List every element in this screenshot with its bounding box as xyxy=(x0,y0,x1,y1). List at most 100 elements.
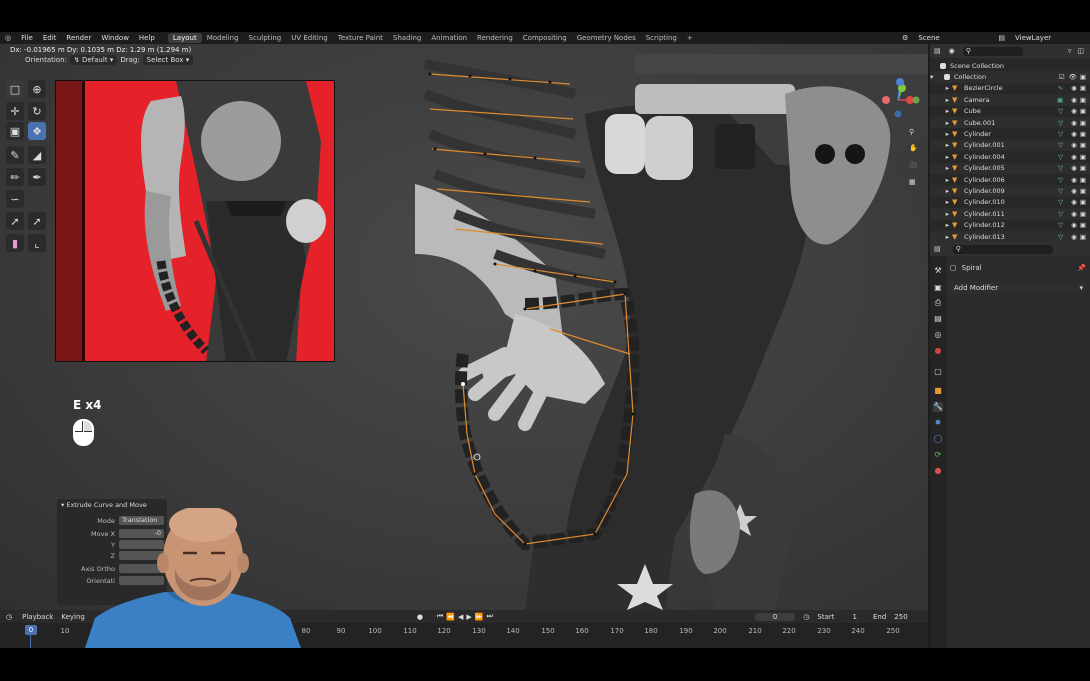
render-camera-icon[interactable]: ▣ xyxy=(1080,187,1086,195)
tool-tab-icon[interactable]: ⚒ xyxy=(933,266,943,276)
curve-data-icon[interactable]: ∿ xyxy=(1058,84,1063,92)
outliner-item[interactable]: ▸ ▼ Cylinder.012 ▽ ◉ ▣ xyxy=(930,220,1090,231)
randomize-tool[interactable]: ⌞ xyxy=(28,234,46,252)
add-workspace-button[interactable]: + xyxy=(682,33,698,43)
expand-arrow-icon[interactable]: ▾ xyxy=(930,73,944,81)
outliner-item[interactable]: ▸ ▼ Cylinder ▽ ◉ ▣ xyxy=(930,128,1090,139)
play-icon[interactable]: ▶ xyxy=(466,613,471,621)
filter-icon[interactable]: ▿ xyxy=(1068,47,1072,55)
outliner-scene-collection[interactable]: Scene Collection xyxy=(930,60,1090,71)
menu-render[interactable]: Render xyxy=(61,34,96,42)
measure-tool[interactable]: ◢ xyxy=(28,146,46,164)
prev-keyframe-icon[interactable]: ⏪ xyxy=(446,613,455,621)
tab-layout[interactable]: Layout xyxy=(167,33,202,43)
eye-icon[interactable]: ◉ xyxy=(1071,96,1077,104)
view-layer-tab-icon[interactable]: ▤ xyxy=(933,314,943,324)
outliner-item[interactable]: ▸ ▼ Cube ▽ ◉ ▣ xyxy=(930,106,1090,117)
eye-icon[interactable]: ◉ xyxy=(1071,130,1077,138)
tab-geometry-nodes[interactable]: Geometry Nodes xyxy=(572,33,641,43)
menu-file[interactable]: File xyxy=(16,34,38,42)
eye-icon[interactable]: ◉ xyxy=(1071,210,1077,218)
timeline-editor-icon[interactable]: ◷ xyxy=(6,613,12,621)
object-name-field[interactable]: Spiral xyxy=(962,264,982,272)
navigation-gizmo[interactable] xyxy=(876,76,922,122)
add-modifier-button[interactable]: Add Modifier ▾ xyxy=(950,282,1086,294)
expand-arrow-icon[interactable]: ▸ xyxy=(930,187,952,195)
render-camera-icon[interactable]: ▣ xyxy=(1080,141,1086,149)
expand-arrow-icon[interactable]: ▸ xyxy=(930,84,952,92)
collection-tab-icon[interactable]: ▢ xyxy=(933,367,943,377)
play-reverse-icon[interactable]: ◀ xyxy=(458,613,463,621)
transform-tool[interactable]: ❖ xyxy=(28,122,46,140)
modifier-tab-icon[interactable]: 🔧 xyxy=(933,402,943,412)
data-tab-icon[interactable]: ⟳ xyxy=(933,450,943,460)
scene-selector[interactable]: Scene xyxy=(913,34,993,42)
tab-shading[interactable]: Shading xyxy=(388,33,426,43)
tab-compositing[interactable]: Compositing xyxy=(518,33,572,43)
material-tab-icon[interactable]: ● xyxy=(933,466,943,476)
eye-icon[interactable]: ◉ xyxy=(1071,176,1077,184)
render-camera-icon[interactable]: ▣ xyxy=(1080,153,1086,161)
expand-arrow-icon[interactable]: ▸ xyxy=(930,176,952,184)
view-layer-icon[interactable]: ▤ xyxy=(993,34,1010,42)
editor-type-icon[interactable]: ▤ xyxy=(934,47,941,55)
render-camera-icon[interactable]: ▣ xyxy=(1080,96,1086,104)
eye-icon[interactable]: ◉ xyxy=(1071,153,1077,161)
curve-pen-tool[interactable]: ∽ xyxy=(6,190,24,208)
start-frame-field[interactable]: 1 xyxy=(853,613,857,621)
mesh-data-icon[interactable]: ▽ xyxy=(1058,164,1063,172)
outliner-item[interactable]: ▸ ▼ Cylinder.011 ▽ ◉ ▣ xyxy=(930,208,1090,220)
zoom-view-icon[interactable]: ⚲ xyxy=(909,128,914,136)
checkbox-icon[interactable]: ☑ xyxy=(1059,73,1065,81)
render-camera-icon[interactable]: ▣ xyxy=(1080,176,1086,184)
eye-icon[interactable]: ◉ xyxy=(1071,84,1077,92)
eye-icon[interactable]: ◉ xyxy=(1071,233,1077,241)
annotate-tool[interactable]: ✎ xyxy=(6,146,24,164)
mesh-data-icon[interactable]: ▽ xyxy=(1058,107,1063,115)
outliner-item[interactable]: ▸ ▼ Cylinder.001 ▽ ◉ ▣ xyxy=(930,139,1090,152)
outliner-item[interactable]: ▸ ▼ Cylinder.010 ▽ ◉ ▣ xyxy=(930,197,1090,208)
camera-view-icon[interactable]: 🎥 xyxy=(909,161,918,169)
move-tool[interactable]: ✛ xyxy=(6,102,24,120)
expand-arrow-icon[interactable]: ▸ xyxy=(930,107,952,115)
end-frame-field[interactable]: 250 xyxy=(894,613,907,621)
mesh-data-icon[interactable]: ▽ xyxy=(1058,187,1063,195)
render-camera-icon[interactable]: ▣ xyxy=(1080,84,1086,92)
select-box-tool[interactable]: □ xyxy=(6,80,24,98)
tab-rendering[interactable]: Rendering xyxy=(472,33,518,43)
blender-logo-icon[interactable]: ◎ xyxy=(0,34,16,42)
camera-data-icon[interactable]: ▣ xyxy=(1057,96,1063,104)
menu-edit[interactable]: Edit xyxy=(38,34,62,42)
pin-icon[interactable]: 📌 xyxy=(1077,264,1086,272)
outliner-item[interactable]: ▸ ▼ Cube.001 ▽ ◉ ▣ xyxy=(930,117,1090,129)
clock-icon[interactable]: ◷ xyxy=(803,613,809,621)
physics-tab-icon[interactable]: ◯ xyxy=(933,434,943,444)
mesh-data-icon[interactable]: ▽ xyxy=(1058,198,1063,206)
properties-search-field[interactable]: ⚲ xyxy=(952,244,1053,254)
jump-end-icon[interactable]: ⏭ xyxy=(487,612,493,621)
render-camera-icon[interactable]: ▣ xyxy=(1080,164,1086,172)
outliner-item[interactable]: ▸ ▼ Camera ▣ ◉ ▣ xyxy=(930,94,1090,106)
eye-icon[interactable]: ◉ xyxy=(1071,141,1077,149)
render-camera-icon[interactable]: ▣ xyxy=(1080,210,1086,218)
expand-arrow-icon[interactable]: ▸ xyxy=(930,153,952,161)
tab-sculpting[interactable]: Sculpting xyxy=(244,33,287,43)
scene-icon[interactable]: ⚙ xyxy=(897,34,913,42)
mesh-data-icon[interactable]: ▽ xyxy=(1058,141,1063,149)
scale-tool[interactable]: ▣ xyxy=(6,122,24,140)
tab-uv-editing[interactable]: UV Editing xyxy=(286,33,333,43)
orientation-dropdown[interactable]: ↯ Default ▾ xyxy=(69,55,118,65)
expand-arrow-icon[interactable]: ▸ xyxy=(930,130,952,138)
render-tab-icon[interactable]: ▣ xyxy=(933,283,943,293)
mesh-data-icon[interactable]: ▽ xyxy=(1058,130,1063,138)
tab-texture-paint[interactable]: Texture Paint xyxy=(333,33,388,43)
tilt-tool[interactable]: ▮ xyxy=(6,234,24,252)
outliner-item[interactable]: ▸ ▼ Cylinder.004 ▽ ◉ ▣ xyxy=(930,151,1090,162)
drag-dropdown[interactable]: Select Box ▾ xyxy=(142,55,194,65)
tab-modeling[interactable]: Modeling xyxy=(202,33,244,43)
mesh-data-icon[interactable]: ▽ xyxy=(1058,119,1063,127)
expand-arrow-icon[interactable]: ▸ xyxy=(930,221,952,229)
menu-help[interactable]: Help xyxy=(134,34,160,42)
record-button-icon[interactable]: ● xyxy=(417,613,423,621)
eye-icon[interactable]: ◉ xyxy=(1071,198,1077,206)
